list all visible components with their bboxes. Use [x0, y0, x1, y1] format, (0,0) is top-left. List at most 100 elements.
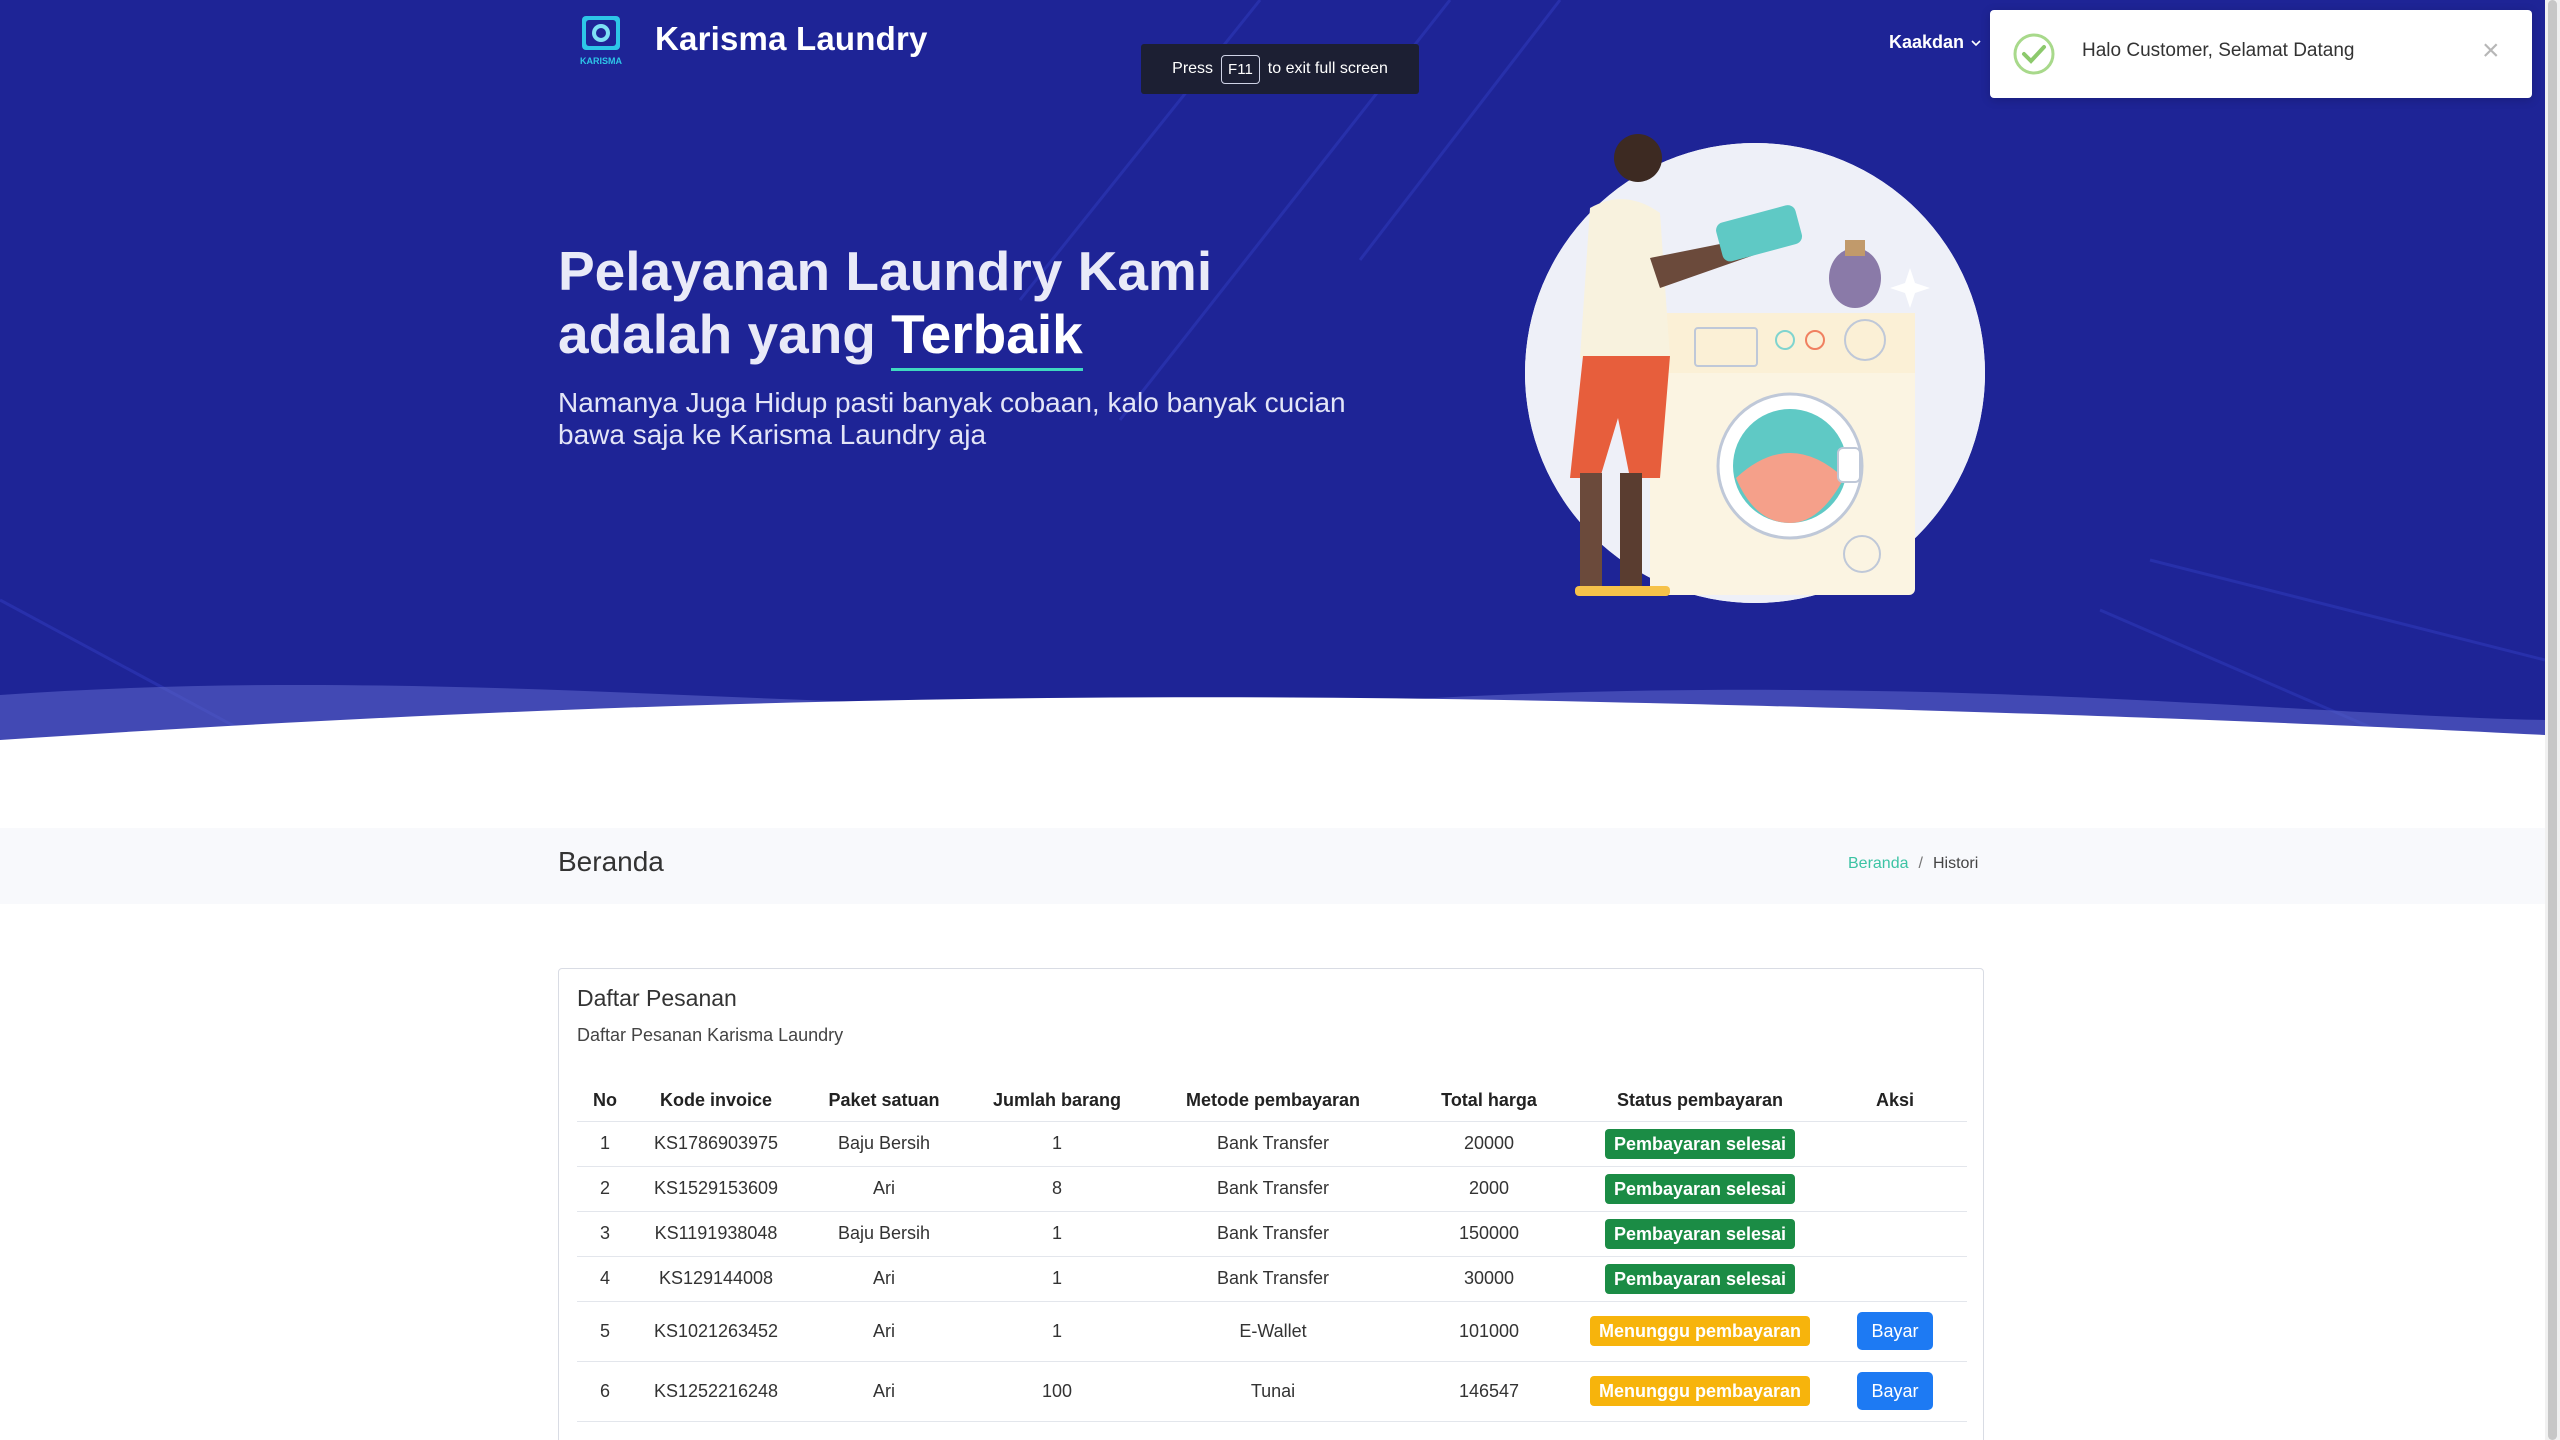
brand-logo[interactable]: KARISMA — [572, 12, 630, 70]
fullscreen-notice: Press F11 to exit full screen — [1141, 44, 1419, 94]
status-badge: Pembayaran selesai — [1604, 1263, 1796, 1294]
column-header-metode: Metode pembayaran — [1145, 1081, 1401, 1122]
cell-no: 2 — [577, 1166, 633, 1212]
fullscreen-key: F11 — [1221, 54, 1260, 84]
page-header-bar: Beranda Beranda / Histori — [0, 828, 2545, 904]
cell-no: 6 — [577, 1361, 633, 1422]
orders-card: Daftar Pesanan Daftar Pesanan Karisma La… — [558, 968, 1984, 1440]
chevron-down-icon — [1971, 39, 1981, 46]
cell-jumlah: 100 — [969, 1361, 1145, 1422]
headline-emphasis: Terbaik — [891, 302, 1083, 372]
status-badge: Pembayaran selesai — [1604, 1128, 1796, 1159]
cell-paket: Ari — [799, 1361, 969, 1422]
cell-paket: Ari — [799, 1166, 969, 1212]
cell-no: 1 — [577, 1121, 633, 1167]
column-header-invoice: Kode invoice — [633, 1081, 799, 1122]
breadcrumb-current: Histori — [1932, 855, 1979, 872]
cell-total: 30000 — [1401, 1256, 1577, 1302]
cell-total: 2000 — [1401, 1166, 1577, 1212]
cell-status: Pembayaran selesai — [1577, 1121, 1823, 1167]
breadcrumb-separator: / — [1918, 855, 1923, 872]
cell-total: 150000 — [1401, 1211, 1577, 1257]
cell-paket: Baju Bersih — [799, 1121, 969, 1167]
table-row: 1 KS1786903975 Baju Bersih 1 Bank Transf… — [577, 1121, 1967, 1167]
hero-subline: Namanya Juga Hidup pasti banyak cobaan, … — [558, 387, 1346, 450]
table-row: 3 KS1191938048 Baju Bersih 1 Bank Transf… — [577, 1211, 1967, 1257]
cell-status: Menunggu pembayaran — [1577, 1301, 1823, 1362]
cell-status: Pembayaran selesai — [1577, 1256, 1823, 1302]
cell-paket: Ari — [799, 1256, 969, 1302]
page-title: Beranda — [558, 846, 664, 877]
hero-section: KARISMA Karisma Laundry Press F11 to exi… — [0, 0, 2545, 740]
cell-metode: Bank Transfer — [1145, 1256, 1401, 1302]
cell-invoice: KS1252216248 — [633, 1361, 799, 1422]
breadcrumb-home-link[interactable]: Beranda — [1848, 855, 1909, 873]
cell-metode: E-Wallet — [1145, 1301, 1401, 1362]
scrollbar-thumb[interactable] — [2548, 0, 2557, 1440]
cell-invoice: KS1786903975 — [633, 1121, 799, 1167]
table-row: 2 KS1529153609 Ari 8 Bank Transfer 2000 … — [577, 1166, 1967, 1212]
cell-total: 146547 — [1401, 1361, 1577, 1422]
breadcrumb: Beranda / Histori — [1848, 855, 1978, 873]
cell-invoice: KS1191938048 — [633, 1211, 799, 1257]
cell-metode: Bank Transfer — [1145, 1166, 1401, 1212]
cell-total: 101000 — [1401, 1301, 1577, 1362]
status-badge: Pembayaran selesai — [1604, 1173, 1796, 1204]
column-header-aksi: Aksi — [1823, 1081, 1967, 1122]
cell-paket: Ari — [799, 1301, 969, 1362]
cell-jumlah: 8 — [969, 1166, 1145, 1212]
pay-button[interactable]: Bayar — [1857, 1372, 1933, 1410]
svg-text:KARISMA: KARISMA — [580, 56, 622, 66]
cell-jumlah: 1 — [969, 1256, 1145, 1302]
status-badge: Menunggu pembayaran — [1589, 1316, 1811, 1346]
toast-message: Halo Customer, Selamat Datang — [2082, 40, 2355, 61]
cell-invoice: KS1529153609 — [633, 1166, 799, 1212]
column-header-no: No — [577, 1081, 633, 1122]
cell-aksi — [1823, 1211, 1967, 1257]
table-row: 6 KS1252216248 Ari 100 Tunai 146547 Menu… — [577, 1361, 1967, 1422]
status-badge: Pembayaran selesai — [1604, 1218, 1796, 1249]
card-title: Daftar Pesanan — [577, 985, 737, 1011]
cell-aksi: Bayar — [1823, 1361, 1967, 1422]
close-icon[interactable]: × — [2482, 36, 2500, 66]
cell-paket: Baju Bersih — [799, 1211, 969, 1257]
cell-metode: Tunai — [1145, 1361, 1401, 1422]
fullscreen-notice-after: to exit full screen — [1267, 60, 1388, 77]
headline-line-2: adalah yang Terbaik — [558, 302, 1338, 372]
card-subtitle: Daftar Pesanan Karisma Laundry — [577, 1025, 844, 1045]
cell-aksi — [1823, 1166, 1967, 1212]
cell-no: 3 — [577, 1211, 633, 1257]
laundry-illustration — [1525, 134, 1985, 603]
user-menu-label: Kaakdan — [1889, 32, 1965, 52]
success-check-icon — [2013, 33, 2055, 75]
headline-prefix: adalah yang — [558, 302, 876, 365]
cell-aksi — [1823, 1256, 1967, 1302]
cell-no: 5 — [577, 1301, 633, 1362]
cell-jumlah: 1 — [969, 1121, 1145, 1167]
pay-button[interactable]: Bayar — [1857, 1312, 1933, 1350]
cell-metode: Bank Transfer — [1145, 1121, 1401, 1167]
welcome-toast: Halo Customer, Selamat Datang × — [1990, 10, 2532, 98]
cell-status: Pembayaran selesai — [1577, 1211, 1823, 1257]
cell-aksi — [1823, 1121, 1967, 1167]
brand-name[interactable]: Karisma Laundry — [655, 20, 928, 58]
headline-line-1: Pelayanan Laundry Kami — [558, 240, 1213, 302]
fullscreen-notice-before: Press — [1172, 60, 1214, 77]
hero-wave — [0, 684, 2545, 740]
cell-metode: Bank Transfer — [1145, 1211, 1401, 1257]
column-header-status: Status pembayaran — [1577, 1081, 1823, 1122]
hero-decorative-lines — [0, 0, 2545, 740]
hero-headline: Pelayanan Laundry Kami adalah yang Terba… — [558, 240, 1338, 372]
cell-jumlah: 1 — [969, 1301, 1145, 1362]
cell-invoice: KS129144008 — [633, 1256, 799, 1302]
cell-aksi: Bayar — [1823, 1301, 1967, 1362]
column-header-paket: Paket satuan — [799, 1081, 969, 1122]
cell-status: Pembayaran selesai — [1577, 1166, 1823, 1212]
user-menu-dropdown[interactable]: Kaakdan — [1889, 32, 1982, 53]
cell-total: 20000 — [1401, 1121, 1577, 1167]
page-scrollbar[interactable] — [2545, 0, 2560, 1440]
cell-status: Menunggu pembayaran — [1577, 1361, 1823, 1422]
cell-jumlah: 1 — [969, 1211, 1145, 1257]
cell-no: 4 — [577, 1256, 633, 1302]
table-row: 4 KS129144008 Ari 1 Bank Transfer 30000 … — [577, 1256, 1967, 1302]
